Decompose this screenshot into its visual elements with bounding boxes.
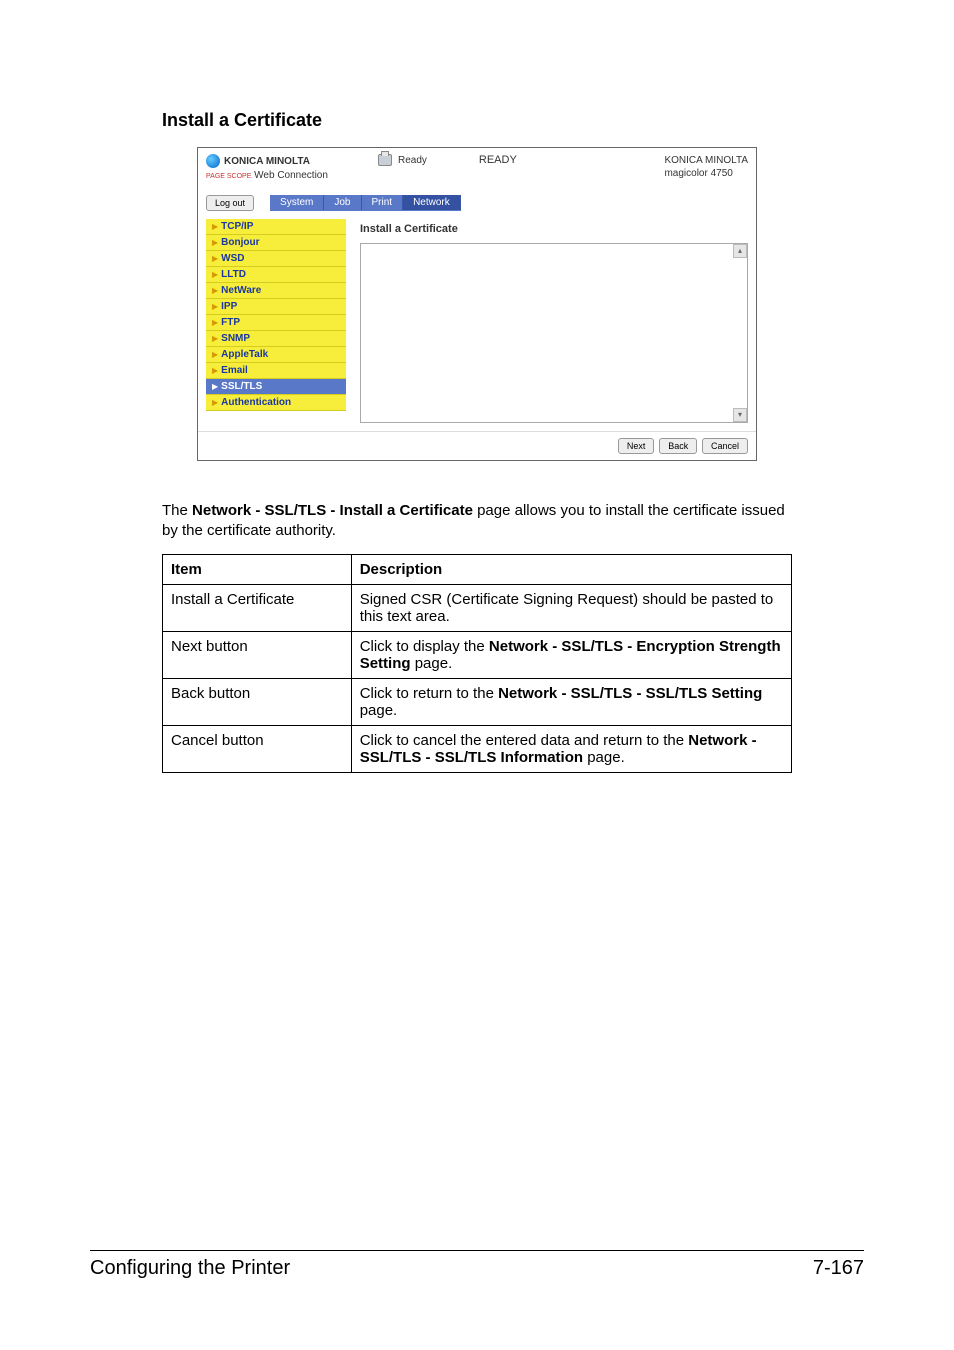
sidebar-item-snmp[interactable]: ▶SNMP [206, 331, 346, 347]
tab-job[interactable]: Job [324, 195, 361, 210]
body-paragraph: The Network - SSL/TLS - Install a Certif… [162, 501, 792, 542]
table-row: Cancel button Click to cancel the entere… [163, 725, 792, 772]
sidebar-item-lltd[interactable]: ▶LLTD [206, 267, 346, 283]
cancel-button[interactable]: Cancel [702, 438, 748, 454]
table-row: Back button Click to return to the Netwo… [163, 678, 792, 725]
desc-cell: Signed CSR (Certificate Signing Request)… [351, 584, 791, 631]
sidebar-item-ipp[interactable]: ▶IPP [206, 299, 346, 315]
sidebar: ▶TCP/IP ▶Bonjour ▶WSD ▶LLTD ▶NetWare ▶IP… [206, 219, 346, 423]
pagescope-label: PAGE SCOPE [206, 173, 251, 180]
section-heading: Install a Certificate [162, 110, 792, 131]
sidebar-item-netware[interactable]: ▶NetWare [206, 283, 346, 299]
brand-name: KONICA MINOLTA [224, 156, 310, 167]
tab-system[interactable]: System [270, 195, 324, 210]
scroll-down-icon[interactable]: ▾ [733, 408, 747, 422]
status-small: Ready [398, 155, 427, 166]
desc-cell: Click to return to the Network - SSL/TLS… [351, 678, 791, 725]
tab-print[interactable]: Print [362, 195, 404, 210]
table-header-description: Description [351, 554, 791, 584]
scroll-up-icon[interactable]: ▴ [733, 244, 747, 258]
tabs: System Job Print Network [270, 195, 461, 211]
item-cell: Back button [163, 678, 352, 725]
globe-icon [206, 154, 220, 168]
desc-cell: Click to cancel the entered data and ret… [351, 725, 791, 772]
web-connection-label: Web Connection [251, 170, 328, 181]
logout-button[interactable]: Log out [206, 195, 254, 211]
item-cell: Cancel button [163, 725, 352, 772]
sidebar-item-ssltls[interactable]: ▶SSL/TLS [206, 379, 346, 395]
description-table: Item Description Install a Certificate S… [162, 554, 792, 773]
table-row: Install a Certificate Signed CSR (Certif… [163, 584, 792, 631]
sidebar-item-email[interactable]: ▶Email [206, 363, 346, 379]
certificate-textarea[interactable]: ▴ ▾ [360, 243, 748, 423]
sidebar-item-appletalk[interactable]: ▶AppleTalk [206, 347, 346, 363]
back-button[interactable]: Back [659, 438, 697, 454]
footer-left: Configuring the Printer [90, 1257, 290, 1280]
tab-network[interactable]: Network [403, 195, 461, 210]
sidebar-item-wsd[interactable]: ▶WSD [206, 251, 346, 267]
footer-right: 7-167 [813, 1257, 864, 1280]
table-row: Next button Click to display the Network… [163, 631, 792, 678]
printer-icon [378, 154, 392, 166]
model-line1: KONICA MINOLTA [664, 154, 748, 167]
item-cell: Next button [163, 631, 352, 678]
embedded-screenshot: KONICA MINOLTA PAGE SCOPE Web Connection… [197, 147, 757, 461]
model-line2: magicolor 4750 [664, 167, 748, 180]
sidebar-item-bonjour[interactable]: ▶Bonjour [206, 235, 346, 251]
content-title: Install a Certificate [360, 219, 748, 243]
sidebar-item-authentication[interactable]: ▶Authentication [206, 395, 346, 411]
table-header-item: Item [163, 554, 352, 584]
sidebar-item-tcpip[interactable]: ▶TCP/IP [206, 219, 346, 235]
status-big: READY [479, 154, 517, 166]
page-footer: Configuring the Printer 7-167 [90, 1250, 864, 1280]
item-cell: Install a Certificate [163, 584, 352, 631]
desc-cell: Click to display the Network - SSL/TLS -… [351, 631, 791, 678]
sidebar-item-ftp[interactable]: ▶FTP [206, 315, 346, 331]
next-button[interactable]: Next [618, 438, 655, 454]
